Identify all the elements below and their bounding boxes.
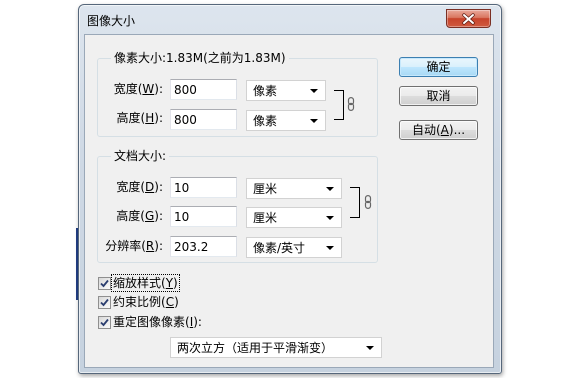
- pixel-width-unit-select[interactable]: 像素: [246, 80, 326, 101]
- chevron-down-icon: [326, 246, 334, 250]
- pixel-width-label: 宽度(W):: [113, 82, 163, 96]
- checkmark-icon: [100, 298, 109, 307]
- pixel-link-bracket: [334, 90, 344, 120]
- scale-styles-label[interactable]: 缩放样式(Y): [111, 274, 180, 292]
- resample-method-value: 两次立方（适用于平滑渐变）: [177, 341, 334, 355]
- document-link-bracket: [350, 187, 360, 218]
- resolution-unit-value: 像素/英寸: [253, 241, 306, 255]
- pixel-height-unit-select[interactable]: 像素: [246, 110, 326, 131]
- doc-width-unit-select[interactable]: 厘米: [246, 178, 342, 199]
- checkmark-icon: [100, 279, 109, 288]
- auto-button[interactable]: 自动(A)...: [399, 120, 478, 140]
- image-size-dialog: 图像大小 像素大小:1.83M(之前为1.83M) 宽度(W): 像素 高度(H…: [78, 4, 502, 374]
- resolution-label: 分辨率(R):: [105, 239, 163, 253]
- doc-height-unit-value: 厘米: [253, 211, 278, 225]
- pixel-dimensions-group: 像素大小:1.83M(之前为1.83M) 宽度(W): 像素 高度(H): 像素: [97, 51, 378, 137]
- dialog-title: 图像大小: [87, 14, 136, 28]
- pixel-width-input[interactable]: [170, 79, 237, 100]
- chain-link-icon: [347, 97, 355, 111]
- doc-height-unit-select[interactable]: 厘米: [246, 207, 342, 228]
- checkmark-icon: [100, 318, 109, 327]
- close-icon: [462, 13, 475, 25]
- resolution-unit-select[interactable]: 像素/英寸: [246, 237, 342, 258]
- resample-image-label[interactable]: 重定图像像素(I):: [113, 315, 202, 329]
- doc-width-input[interactable]: [170, 177, 237, 198]
- resample-method-select[interactable]: 两次立方（适用于平滑渐变）: [170, 337, 382, 358]
- pixel-dimensions-legend: 像素大小:1.83M(之前为1.83M): [111, 51, 289, 65]
- close-button[interactable]: [446, 9, 491, 28]
- scale-styles-checkbox[interactable]: [98, 277, 111, 290]
- cancel-button[interactable]: 取消: [399, 86, 478, 106]
- chevron-down-icon: [310, 119, 318, 123]
- doc-width-label: 宽度(D):: [116, 180, 163, 194]
- doc-width-unit-value: 厘米: [253, 182, 278, 196]
- chevron-down-icon: [326, 216, 334, 220]
- resample-image-checkbox[interactable]: [98, 316, 111, 329]
- constrain-proportions-option[interactable]: 约束比例(C): [98, 295, 298, 311]
- chevron-down-icon: [326, 187, 334, 191]
- title-bar[interactable]: 图像大小: [79, 5, 501, 35]
- chevron-down-icon: [366, 346, 374, 350]
- doc-height-input[interactable]: [170, 206, 237, 227]
- chevron-down-icon: [310, 89, 318, 93]
- document-size-legend: 文档大小:: [111, 149, 170, 163]
- document-size-group: 文档大小: 宽度(D): 厘米 高度(G): 厘米 分辨率(R): 像素/英寸: [97, 149, 378, 263]
- pixel-height-input[interactable]: [170, 109, 237, 130]
- dialog-client-area: 像素大小:1.83M(之前为1.83M) 宽度(W): 像素 高度(H): 像素: [85, 35, 493, 367]
- pixel-height-label: 高度(H):: [116, 111, 163, 125]
- pixel-height-unit-value: 像素: [253, 114, 278, 128]
- resolution-input[interactable]: [170, 236, 237, 257]
- ok-button[interactable]: 确定: [399, 57, 478, 77]
- resample-image-option[interactable]: 重定图像像素(I):: [98, 315, 298, 331]
- constrain-proportions-checkbox[interactable]: [98, 296, 111, 309]
- chain-link-icon: [364, 195, 372, 209]
- doc-height-label: 高度(G):: [116, 209, 163, 223]
- constrain-proportions-label[interactable]: 约束比例(C): [113, 295, 179, 309]
- scale-styles-option[interactable]: 缩放样式(Y): [98, 274, 298, 292]
- pixel-width-unit-value: 像素: [253, 84, 278, 98]
